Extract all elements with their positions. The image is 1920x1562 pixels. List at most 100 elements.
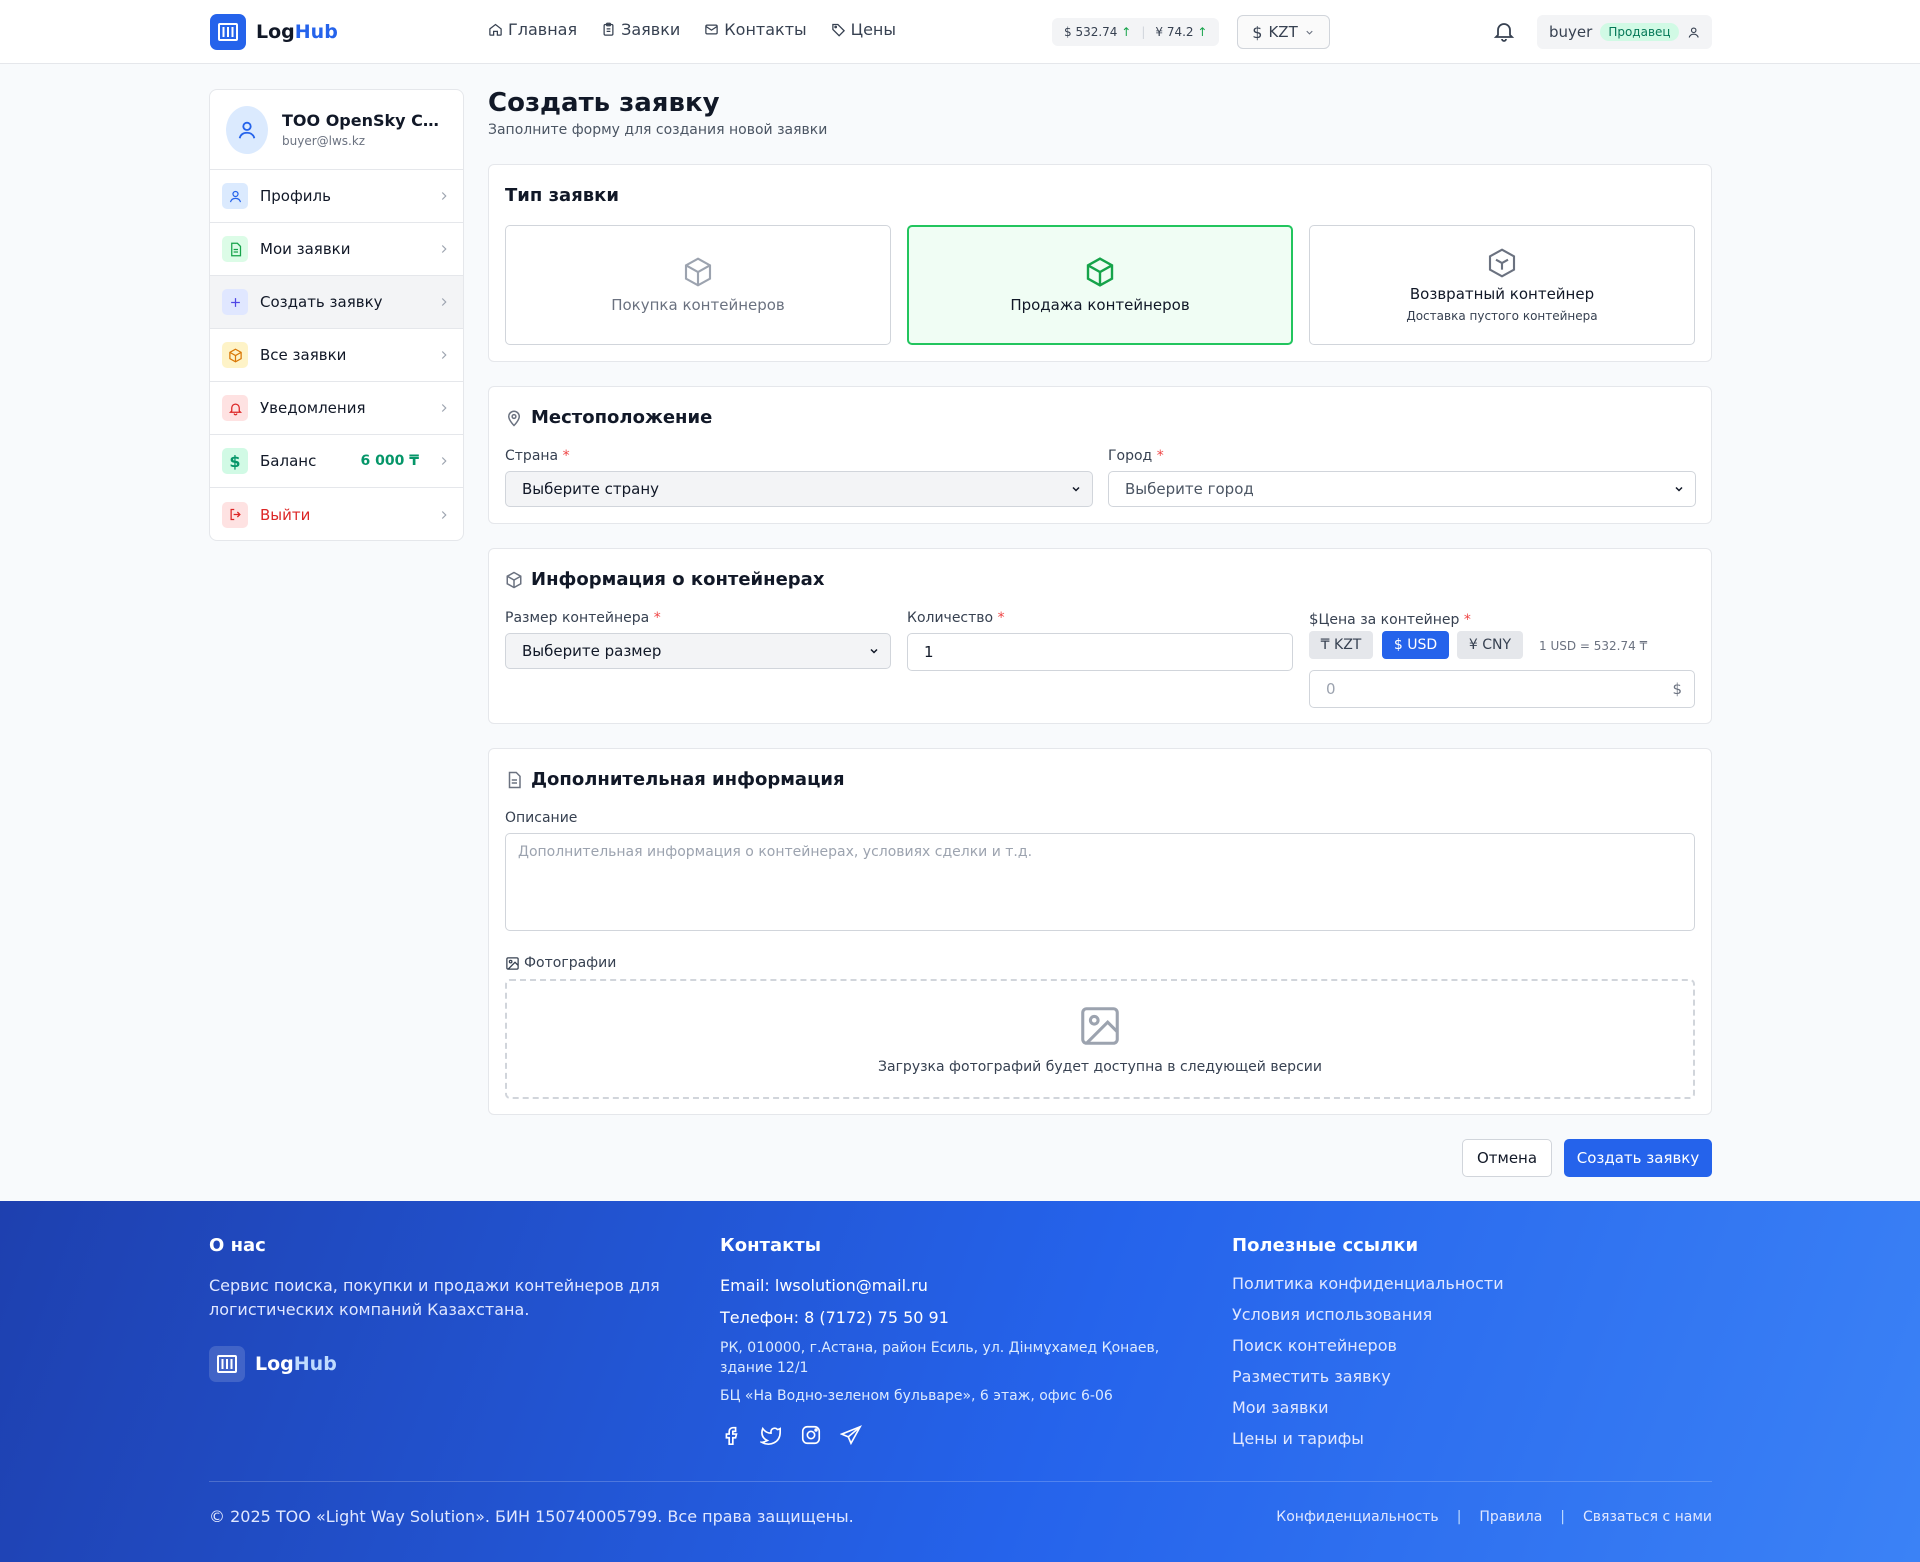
card-title: Дополнительная информация [505,769,845,790]
city-select[interactable]: Выберите город [1108,471,1696,507]
container-logo-icon [209,1346,245,1382]
map-pin-icon [507,410,521,427]
role-badge: Продавец [1600,23,1679,41]
type-option-return[interactable]: Возвратный контейнер Доставка пустого ко… [1309,225,1695,345]
footer-link-privacy[interactable]: Политика конфиденциальности [1232,1274,1702,1293]
avatar [226,105,268,154]
page-title: Создать заявку [488,88,720,118]
footer-office: БЦ «На Водно-зеленом бульваре», 6 этаж, … [720,1388,1113,1404]
bell-icon[interactable] [1492,19,1516,43]
user-menu[interactable]: buyer Продавец [1537,15,1712,49]
currency-selector[interactable]: $ KZT [1237,15,1330,49]
container-logo-icon [210,14,246,50]
nav-prices[interactable]: Цены [831,20,896,39]
chevron-right-icon [441,245,447,253]
photo-upload-area[interactable]: Загрузка фотографий будет доступна в сле… [505,979,1695,1099]
description-label: Описание [505,810,578,826]
page-subtitle: Заполните форму для создания новой заявк… [488,122,828,138]
extra-info-card: Дополнительная информация Описание Допол… [488,748,1712,1115]
chevron-right-icon [441,510,447,519]
footer-link-search[interactable]: Поиск контейнеров [1232,1336,1702,1355]
box-icon [506,571,522,588]
footer-bottom-privacy[interactable]: Конфиденциальность [1276,1509,1438,1525]
box-icon [1086,257,1114,287]
photos-label: Фотографии [505,955,616,971]
logout-icon [222,501,248,528]
dollar-icon: $ [1252,22,1263,42]
size-label: Размер контейнера * [505,610,661,626]
chevron-down-icon [1072,486,1080,492]
sidebar-item-create-request[interactable]: Создать заявку [210,276,463,329]
tag-icon [831,23,845,37]
chevron-down-icon [870,648,878,654]
chevron-right-icon [441,351,447,359]
balance-value: 6 000 ₸ [360,453,419,469]
footer-link-terms[interactable]: Условия использования [1232,1305,1702,1324]
quantity-label: Количество * [907,610,1005,626]
footer-email[interactable]: Email: lwsolution@mail.ru [720,1274,1190,1298]
container-info-card: Информация о контейнерах Размер контейне… [488,548,1712,724]
home-icon [489,23,502,36]
telegram-icon[interactable] [840,1424,862,1446]
sidebar-profile: ТОО OpenSky Container buyer@lws.kz [210,90,463,170]
user-icon [222,183,248,209]
chevron-right-icon [441,404,447,412]
logo[interactable]: LogHub [210,14,338,50]
type-option-buy[interactable]: Покупка контейнеров [505,225,891,345]
footer-link-prices[interactable]: Цены и тарифы [1232,1429,1702,1448]
footer-bottom-rules[interactable]: Правила [1479,1509,1542,1525]
footer-divider [209,1481,1712,1482]
chevron-down-icon [1306,30,1313,35]
twitter-icon[interactable] [760,1424,782,1446]
currency-tab-usd[interactable]: $ USD [1382,631,1449,659]
facebook-icon[interactable] [720,1424,742,1446]
footer-phone[interactable]: Телефон: 8 (7172) 75 50 91 [720,1306,1190,1330]
company-name: ТОО OpenSky Container [282,111,447,130]
clipboard-icon [603,22,614,36]
footer-link-post-request[interactable]: Разместить заявку [1232,1367,1702,1386]
image-icon [1081,1007,1119,1045]
cancel-button[interactable]: Отмена [1462,1139,1552,1177]
footer-address: РК, 010000, г.Астана, район Есиль, ул. Д… [720,1340,1160,1376]
user-icon [238,121,256,139]
price-label: $Цена за контейнер * [1309,610,1471,628]
logo-text: LogHub [256,21,338,43]
create-request-button[interactable]: Создать заявку [1564,1139,1712,1177]
city-label: Город * [1108,448,1164,464]
quantity-input[interactable]: 1 [907,633,1293,671]
nav-requests[interactable]: Заявки [601,20,680,39]
footer-logo[interactable]: LogHub [209,1346,679,1382]
footer-contacts: Контакты Email: lwsolution@mail.ru Телеф… [720,1235,1190,1446]
currency-tab-kzt[interactable]: ₸ KZT [1309,631,1373,659]
plus-icon [222,289,248,315]
description-textarea[interactable]: Дополнительная информация о контейнерах,… [505,833,1695,931]
card-title: Информация о контейнерах [505,569,824,590]
footer-link-my-requests[interactable]: Мои заявки [1232,1398,1702,1417]
price-input[interactable]: 0 $ [1309,670,1695,708]
chevron-right-icon [441,457,447,465]
country-select[interactable]: Выберите страну [505,471,1093,507]
sidebar-item-all-requests[interactable]: Все заявки [210,329,463,382]
sidebar-item-notifications[interactable]: Уведомления [210,382,463,435]
sidebar-item-logout[interactable]: Выйти [210,488,463,540]
footer-about: О нас Сервис поиска, покупки и продажи к… [209,1235,679,1382]
bell-icon [222,395,248,421]
instagram-icon[interactable] [800,1424,822,1446]
chevron-right-icon [441,192,447,200]
chevron-right-icon [441,298,447,306]
dollar-icon: $ [1309,610,1319,628]
sidebar-item-my-requests[interactable]: Мои заявки [210,223,463,276]
sidebar-item-balance[interactable]: $ Баланс 6 000 ₸ [210,435,463,488]
social-links [720,1424,1190,1446]
copyright: © 2025 ТОО «Light Way Solution». БИН 150… [209,1507,854,1526]
cube-icon [1488,248,1516,278]
size-select[interactable]: Выберите размер [505,633,891,669]
type-option-sell[interactable]: Продажа контейнеров [907,225,1293,345]
location-card: Местоположение Страна * Выберите страну … [488,386,1712,524]
footer-bottom-contact[interactable]: Связаться с нами [1583,1509,1712,1525]
nav-home[interactable]: Главная [488,20,577,39]
sidebar-item-profile[interactable]: Профиль [210,170,463,223]
footer: О нас Сервис поиска, покупки и продажи к… [0,1201,1920,1562]
currency-tab-cny[interactable]: ¥ CNY [1457,631,1523,659]
nav-contacts[interactable]: Контакты [704,20,807,39]
